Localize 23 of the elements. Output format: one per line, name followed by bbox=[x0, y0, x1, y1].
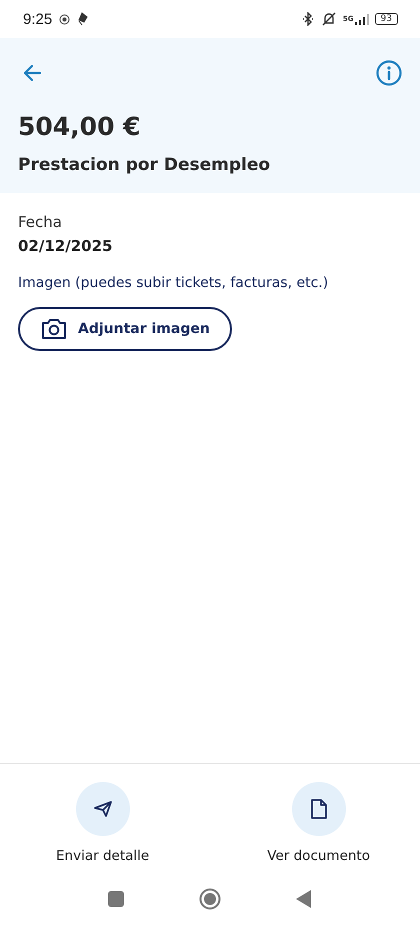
camera-icon bbox=[40, 317, 68, 341]
recents-icon[interactable] bbox=[108, 891, 124, 907]
image-label: Imagen (puedes subir tickets, facturas, etc.) bbox=[18, 275, 330, 291]
bluetooth-icon bbox=[302, 12, 314, 26]
status-time: 9:25 bbox=[23, 10, 52, 28]
action-label: Ver documento bbox=[267, 848, 370, 864]
notification-icon bbox=[77, 12, 88, 26]
signal-icon bbox=[354, 14, 369, 24]
home-icon[interactable] bbox=[199, 888, 221, 910]
amount: 504,00 € bbox=[18, 112, 142, 141]
notification-icon bbox=[59, 14, 70, 24]
back-arrow-icon[interactable] bbox=[22, 64, 42, 82]
back-icon[interactable] bbox=[296, 890, 312, 908]
document-icon bbox=[310, 798, 328, 820]
concept-title: Prestacion por Desempleo bbox=[18, 155, 272, 175]
action-label: Enviar detalle bbox=[56, 848, 150, 864]
paper-plane-icon bbox=[92, 800, 113, 818]
info-icon[interactable] bbox=[376, 60, 402, 86]
field-label: Fecha bbox=[18, 213, 63, 231]
field-value: 02/12/2025 bbox=[18, 237, 114, 255]
muted-bell-icon bbox=[320, 12, 337, 26]
attach-image-button[interactable]: Adjuntar imagen bbox=[18, 307, 232, 351]
battery-indicator: 93 bbox=[374, 13, 398, 25]
